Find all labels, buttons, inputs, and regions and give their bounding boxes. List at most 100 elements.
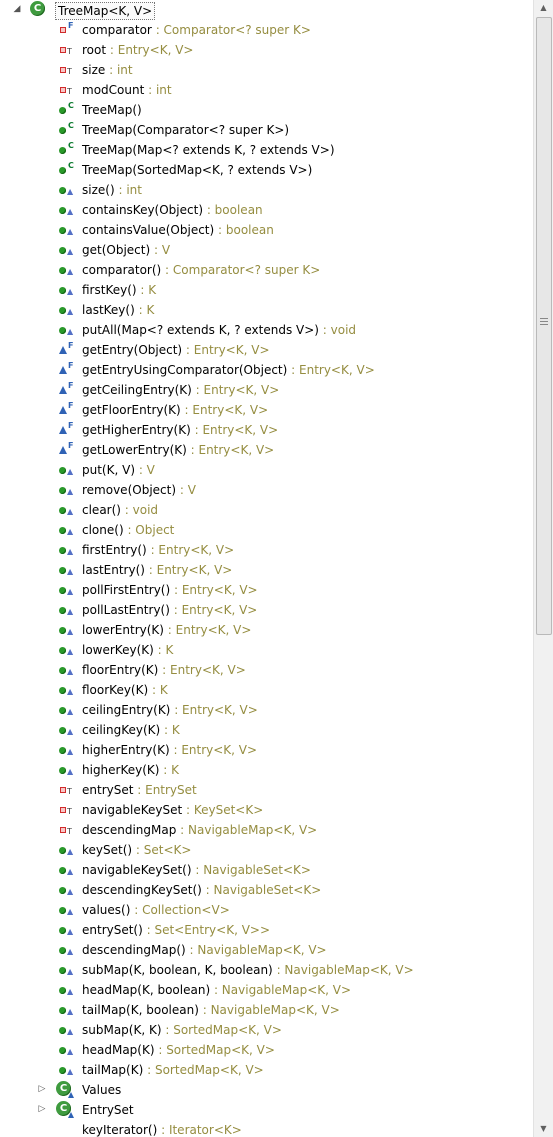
member-type: : V: [150, 243, 171, 257]
public-method-icon: ▲: [59, 844, 73, 856]
tree-row-member[interactable]: ▲ floorEntry(K) : Entry<K, V>: [0, 660, 533, 680]
member-label: putAll(Map<? extends K, ? extends V>): [82, 323, 319, 337]
tree-row-member[interactable]: ▲ values() : Collection<V>: [0, 900, 533, 920]
public-method-icon: ▲: [59, 484, 73, 496]
public-method-icon: ▲: [59, 564, 73, 576]
tree-row-member[interactable]: FgetEntry(Object) : Entry<K, V>: [0, 340, 533, 360]
member-type: : Entry<K, V>: [180, 403, 269, 417]
tree-row-member[interactable]: ▲ clone() : Object: [0, 520, 533, 540]
tree-row-member[interactable]: ▲ headMap(K) : SortedMap<K, V>: [0, 1040, 533, 1060]
member-type: : KeySet<K>: [182, 803, 264, 817]
vertical-scrollbar[interactable]: ▲ ▼: [533, 0, 553, 1137]
tree-row-member[interactable]: Troot : Entry<K, V>: [0, 40, 533, 60]
tree-row-member[interactable]: ▲ get(Object) : V: [0, 240, 533, 260]
tree-row-member[interactable]: ▲ containsValue(Object) : boolean: [0, 220, 533, 240]
public-method-icon: ▲: [59, 224, 73, 236]
inner-class-label: EntrySet: [82, 1103, 134, 1117]
tree-row-member[interactable]: ▲ ceilingEntry(K) : Entry<K, V>: [0, 700, 533, 720]
tree-row-member[interactable]: FgetCeilingEntry(K) : Entry<K, V>: [0, 380, 533, 400]
member-label: headMap(K, boolean): [82, 983, 211, 997]
tree-row-member[interactable]: FgetEntryUsingComparator(Object) : Entry…: [0, 360, 533, 380]
tree-row-member[interactable]: Fcomparator : Comparator<? super K>: [0, 20, 533, 40]
tree-row-member[interactable]: ▲ higherEntry(K) : Entry<K, V>: [0, 740, 533, 760]
private-final-field-icon: F: [59, 22, 73, 36]
tree-row-member[interactable]: C TreeMap(Comparator<? super K>): [0, 120, 533, 140]
tree-row-member[interactable]: ▲ subMap(K, K) : SortedMap<K, V>: [0, 1020, 533, 1040]
tree-row-member[interactable]: ▲ floorKey(K) : K: [0, 680, 533, 700]
member-type: : K: [153, 643, 174, 657]
tree-row-member[interactable]: ▲ lowerKey(K) : K: [0, 640, 533, 660]
public-method-icon: ▲: [59, 584, 73, 596]
member-type: : K: [159, 763, 180, 777]
inner-class-label: Values: [82, 1083, 122, 1097]
tree-row-member[interactable]: ▲ higherKey(K) : K: [0, 760, 533, 780]
tree-row-member[interactable]: TentrySet : EntrySet: [0, 780, 533, 800]
member-label: TreeMap(SortedMap<K, ? extends V>): [82, 163, 313, 177]
tree-row-member[interactable]: Tsize : int: [0, 60, 533, 80]
final-method-icon: F: [59, 362, 73, 376]
tree-row-partial[interactable]: keyIterator() : Iterator<K>: [0, 1120, 533, 1137]
tree-row-member[interactable]: ▲ navigableKeySet() : NavigableSet<K>: [0, 860, 533, 880]
scroll-up-icon[interactable]: ▲: [534, 0, 553, 16]
tree-row-member[interactable]: TmodCount : int: [0, 80, 533, 100]
tree-row-member[interactable]: TnavigableKeySet : KeySet<K>: [0, 800, 533, 820]
tree-row-member[interactable]: ▲ clear() : void: [0, 500, 533, 520]
tree-row-member[interactable]: FgetLowerEntry(K) : Entry<K, V>: [0, 440, 533, 460]
tree-row-member[interactable]: FgetHigherEntry(K) : Entry<K, V>: [0, 420, 533, 440]
member-type: : SortedMap<K, V>: [161, 1023, 282, 1037]
member-label: descendingKeySet(): [82, 883, 202, 897]
member-type: : void: [318, 323, 357, 337]
tree-row-member[interactable]: ▲ firstKey() : K: [0, 280, 533, 300]
tree-row-member[interactable]: ▲ descendingKeySet() : NavigableSet<K>: [0, 880, 533, 900]
collapse-icon[interactable]: ◢: [12, 3, 22, 15]
tree-row-member[interactable]: ▲ put(K, V) : V: [0, 460, 533, 480]
tree-row-member[interactable]: ▲ remove(Object) : V: [0, 480, 533, 500]
tree-row-member[interactable]: ▲ comparator() : Comparator<? super K>: [0, 260, 533, 280]
tree-row-member[interactable]: ▲ entrySet() : Set<Entry<K, V>>: [0, 920, 533, 940]
tree-row-member[interactable]: ▲ pollFirstEntry() : Entry<K, V>: [0, 580, 533, 600]
outline-tree[interactable]: ◢ C TreeMap<K, V> Fcomparator : Comparat…: [0, 0, 533, 1137]
tree-row-member[interactable]: C TreeMap(SortedMap<K, ? extends V>): [0, 160, 533, 180]
constructor-icon: C: [59, 122, 74, 136]
member-label: getHigherEntry(K): [82, 423, 191, 437]
tree-row-member[interactable]: ▲ ceilingKey(K) : K: [0, 720, 533, 740]
tree-row-member[interactable]: ▲ lastKey() : K: [0, 300, 533, 320]
final-method-icon: F: [59, 342, 73, 356]
member-label: containsKey(Object): [82, 203, 203, 217]
final-method-icon: F: [59, 402, 73, 416]
tree-row-member[interactable]: ▲ lastEntry() : Entry<K, V>: [0, 560, 533, 580]
tree-row-member[interactable]: ▲ putAll(Map<? extends K, ? extends V>) :…: [0, 320, 533, 340]
member-label: TreeMap(): [82, 103, 142, 117]
tree-row-member[interactable]: ▲ tailMap(K) : SortedMap<K, V>: [0, 1060, 533, 1080]
scroll-down-icon[interactable]: ▼: [534, 1121, 553, 1137]
member-type: : Entry<K, V>: [163, 623, 252, 637]
scrollbar-thumb[interactable]: [536, 17, 552, 635]
tree-row-member[interactable]: ▲ firstEntry() : Entry<K, V>: [0, 540, 533, 560]
tree-row-member[interactable]: ▲ keySet() : Set<K>: [0, 840, 533, 860]
tree-row-member[interactable]: C TreeMap(Map<? extends K, ? extends V>): [0, 140, 533, 160]
tree-row-member[interactable]: ▲ lowerEntry(K) : Entry<K, V>: [0, 620, 533, 640]
tree-row-inner-class[interactable]: ▷ C Values: [0, 1080, 533, 1100]
tree-row-member[interactable]: FgetFloorEntry(K) : Entry<K, V>: [0, 400, 533, 420]
public-method-icon: ▲: [59, 1004, 73, 1016]
tree-row-member[interactable]: C TreeMap(): [0, 100, 533, 120]
tree-row-member[interactable]: ▲ size() : int: [0, 180, 533, 200]
expand-icon[interactable]: ▷: [37, 1103, 47, 1115]
member-label: clear(): [82, 503, 121, 517]
member-type: : Entry<K, V>: [106, 43, 194, 57]
tree-row-inner-class[interactable]: ▷ C EntrySet: [0, 1100, 533, 1120]
tree-row-member[interactable]: ▲ pollLastEntry() : Entry<K, V>: [0, 600, 533, 620]
tree-row-member[interactable]: ▲ descendingMap() : NavigableMap<K, V>: [0, 940, 533, 960]
member-label: getEntryUsingComparator(Object): [82, 363, 288, 377]
expand-icon[interactable]: ▷: [37, 1083, 47, 1095]
member-label: ceilingKey(K): [82, 723, 161, 737]
tree-root-row[interactable]: ◢ C TreeMap<K, V>: [0, 0, 533, 20]
tree-row-member[interactable]: ▲ subMap(K, boolean, K, boolean) : Naviga…: [0, 960, 533, 980]
tree-row-member[interactable]: TdescendingMap : NavigableMap<K, V>: [0, 820, 533, 840]
member-type: : NavigableSet<K>: [201, 883, 322, 897]
public-method-icon: ▲: [59, 724, 73, 736]
tree-row-member[interactable]: ▲ containsKey(Object) : boolean: [0, 200, 533, 220]
tree-row-member[interactable]: ▲ headMap(K, boolean) : NavigableMap<K, V…: [0, 980, 533, 1000]
tree-row-member[interactable]: ▲ tailMap(K, boolean) : NavigableMap<K, V…: [0, 1000, 533, 1020]
member-type: : Entry<K, V>: [182, 343, 270, 357]
